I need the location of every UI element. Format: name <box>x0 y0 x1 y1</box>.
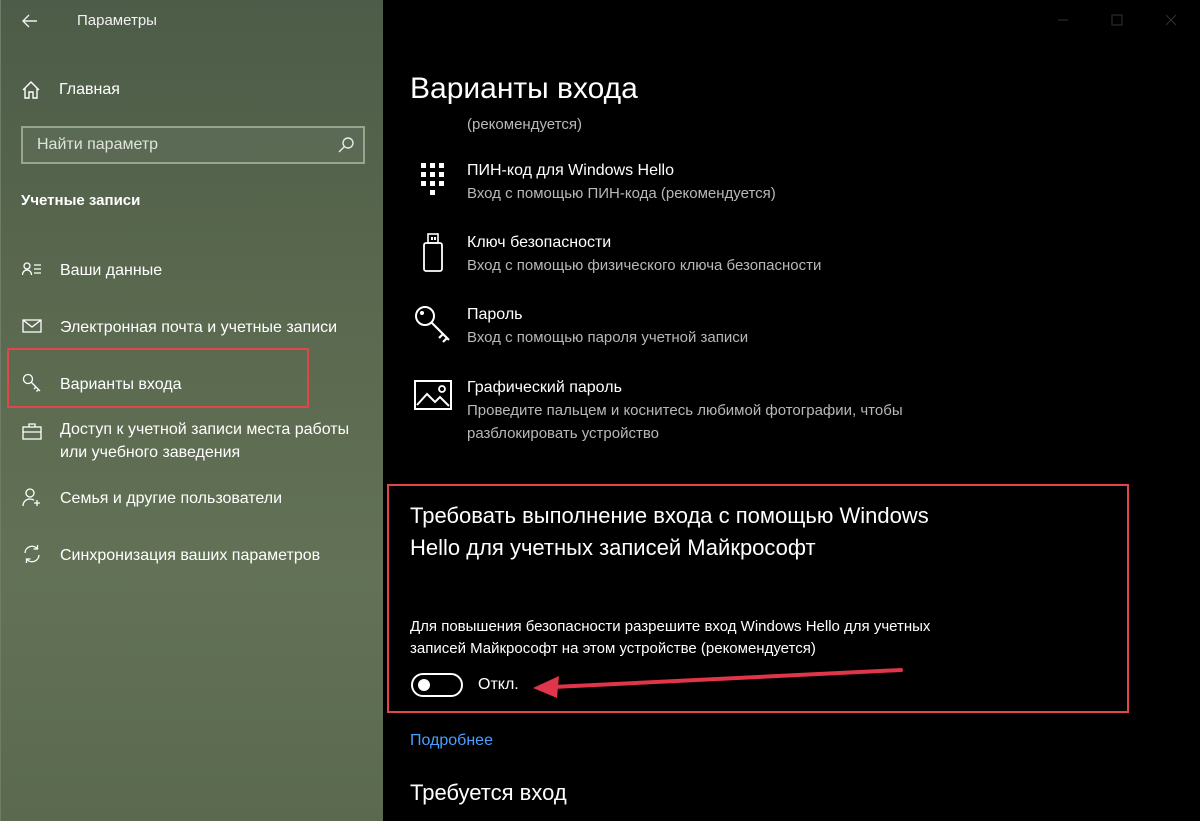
back-arrow-icon <box>22 14 37 28</box>
sidebar-item-label: Доступ к учетной записи места работы или… <box>60 421 350 461</box>
back-button[interactable] <box>15 8 45 34</box>
keypad-icon <box>410 160 456 206</box>
search-box[interactable] <box>21 126 365 164</box>
picture-icon <box>410 377 456 423</box>
option-title: Графический пароль <box>467 379 622 396</box>
more-info-link[interactable]: Подробнее <box>410 732 493 750</box>
option-pin[interactable]: ПИН-код для Windows Hello Вход с помощью… <box>410 160 1110 206</box>
option-picture-password[interactable]: Графический пароль Проведите пальцем и к… <box>410 377 1110 445</box>
sign-in-required-title: Требуется вход <box>410 780 567 805</box>
option-desc: Вход с помощью физического ключа безопас… <box>467 257 822 274</box>
briefcase-icon <box>21 420 43 442</box>
sidebar-item-label: Ваши данные <box>60 262 163 279</box>
sidebar-item-label: Семья и другие пользователи <box>60 490 283 507</box>
toggle-state-label: Откл. <box>478 676 519 693</box>
option-desc: Вход с помощью ПИН-кода (рекомендуется) <box>467 185 776 202</box>
main-content: Варианты входа (рекомендуется) ПИН-код д… <box>383 0 1200 821</box>
minimize-icon <box>1058 19 1068 21</box>
person-add-icon <box>21 486 43 508</box>
option-title: Ключ безопасности <box>467 234 612 251</box>
sidebar-item-your-info[interactable]: Ваши данные <box>21 259 162 282</box>
sidebar-item-family[interactable]: Семья и другие пользователи <box>21 487 282 510</box>
sidebar-item-label: Синхронизация ваших параметров <box>60 547 321 564</box>
home-nav-item[interactable]: Главная <box>21 78 120 102</box>
home-label: Главная <box>59 81 120 98</box>
close-icon <box>1165 14 1177 26</box>
section-title: Учетные записи <box>21 192 141 209</box>
close-button[interactable] <box>1161 10 1181 30</box>
annotation-arrow-icon <box>533 668 903 698</box>
option-desc: Вход с помощью пароля учетной записи <box>467 329 749 346</box>
option-password[interactable]: Пароль Вход с помощью пароля учетной зап… <box>410 304 1110 350</box>
toggle-knob <box>418 679 430 691</box>
sidebar-item-email[interactable]: Электронная почта и учетные записи <box>21 316 337 339</box>
recommended-text: (рекомендуется) <box>467 116 582 133</box>
app-title: Параметры <box>77 12 157 29</box>
person-card-icon <box>21 258 43 280</box>
page-title: Варианты входа <box>410 72 638 105</box>
option-title: ПИН-код для Windows Hello <box>467 162 674 179</box>
sidebar: Параметры Главная Учетные записи Ваши да… <box>0 0 383 821</box>
sidebar-item-work-access[interactable]: Доступ к учетной записи места работы или… <box>21 418 371 464</box>
maximize-button[interactable] <box>1107 10 1127 30</box>
minimize-button[interactable] <box>1053 10 1073 30</box>
sidebar-item-sync[interactable]: Синхронизация ваших параметров <box>21 544 320 567</box>
sidebar-item-label: Электронная почта и учетные записи <box>60 319 338 336</box>
maximize-icon <box>1111 14 1123 26</box>
sync-icon <box>21 543 43 565</box>
hello-toggle-switch[interactable] <box>411 673 463 697</box>
hello-section-title: Требовать выполнение входа с помощью Win… <box>410 503 929 560</box>
usb-key-icon <box>410 232 456 278</box>
selected-item-highlight <box>7 348 309 408</box>
home-icon <box>22 81 40 99</box>
option-desc: Проведите пальцем и коснитесь любимой фо… <box>467 402 903 442</box>
option-security-key[interactable]: Ключ безопасности Вход с помощью физичес… <box>410 232 1110 278</box>
hello-section-desc: Для повышения безопасности разрешите вхо… <box>410 618 931 657</box>
option-title: Пароль <box>467 306 523 323</box>
search-icon[interactable] <box>337 136 355 154</box>
mail-icon <box>21 315 43 337</box>
search-input[interactable] <box>23 128 323 162</box>
password-key-icon <box>410 304 456 350</box>
